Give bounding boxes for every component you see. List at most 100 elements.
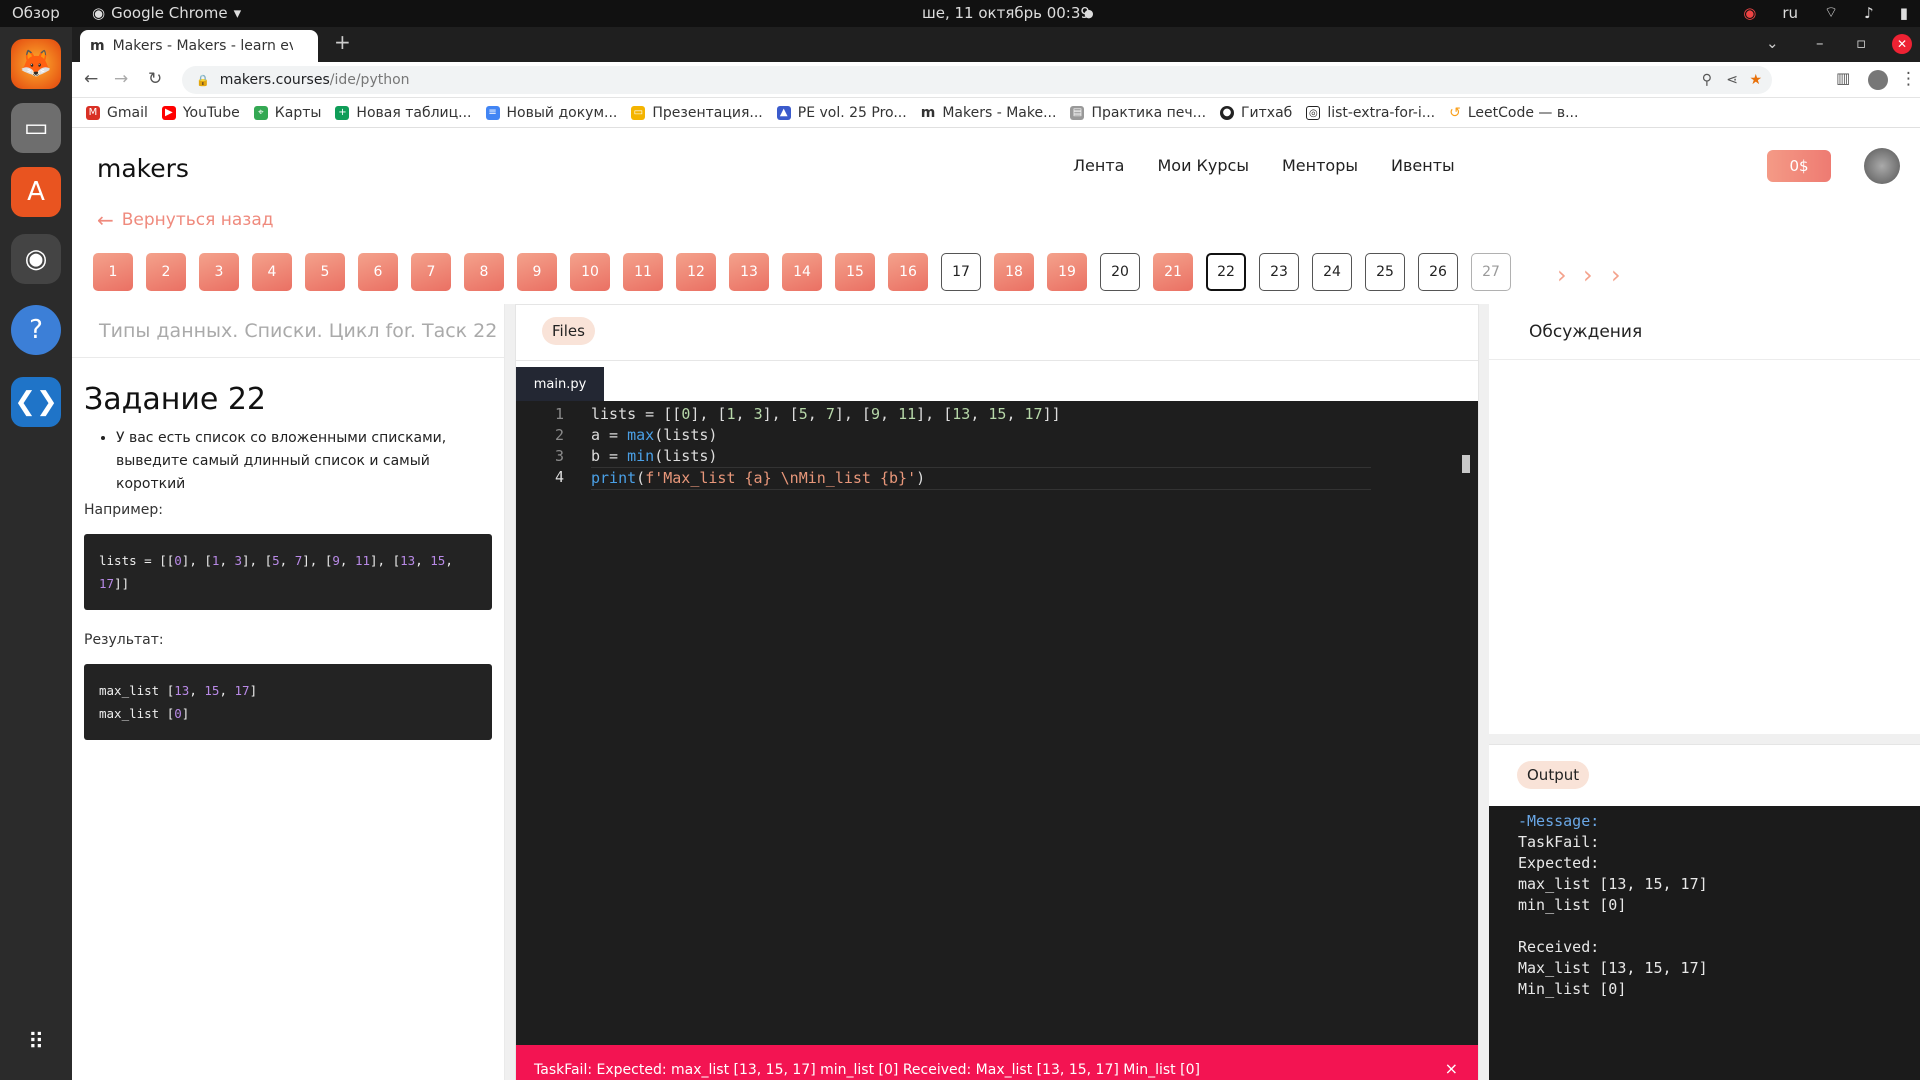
- sidepanel-icon[interactable]: ▥: [1836, 69, 1850, 87]
- menu-icon[interactable]: ⋮: [1900, 69, 1917, 89]
- step-4[interactable]: 4: [252, 253, 292, 291]
- balance-button[interactable]: 0$: [1767, 150, 1831, 182]
- docs-icon: ≡: [485, 105, 500, 120]
- language-indicator[interactable]: ru: [1782, 4, 1798, 22]
- bookmark-pe[interactable]: ▲ PE vol. 25 Pro...: [776, 105, 907, 121]
- maximize-icon[interactable]: ▫: [1856, 34, 1866, 52]
- bookmark-list-extra[interactable]: ◎ list-extra-for-i...: [1306, 105, 1435, 121]
- bookmark-leetcode[interactable]: ↺ LeetCode — в...: [1449, 105, 1578, 121]
- step-10[interactable]: 10: [570, 253, 610, 291]
- step-6[interactable]: 6: [358, 253, 398, 291]
- chevron-right-icon[interactable]: ›: [1557, 261, 1567, 289]
- close-icon[interactable]: ×: [1445, 1059, 1458, 1078]
- files-icon[interactable]: ▭: [11, 103, 61, 153]
- step-5[interactable]: 5: [305, 253, 345, 291]
- step-16[interactable]: 16: [888, 253, 928, 291]
- browser-tab[interactable]: m Makers - Makers - learn ev: [80, 30, 318, 62]
- step-2[interactable]: 2: [146, 253, 186, 291]
- bookmark-makers[interactable]: m Makers - Make...: [921, 105, 1057, 121]
- vscode-icon[interactable]: ❮❯: [11, 377, 61, 427]
- clock[interactable]: ше, 11 октябрь 00:39: [922, 4, 1090, 22]
- back-icon[interactable]: ←: [84, 69, 98, 89]
- tab-search-icon[interactable]: ⌄: [1766, 34, 1779, 52]
- output-splitter[interactable]: [1489, 734, 1920, 744]
- bookmark-docs[interactable]: ≡ Новый докум...: [485, 105, 617, 121]
- help-icon[interactable]: ?: [11, 305, 61, 355]
- chevron-right-icon[interactable]: ›: [1611, 261, 1621, 289]
- step-22[interactable]: 22: [1206, 253, 1246, 291]
- bookmark-practice[interactable]: ▤ Практика печ...: [1070, 105, 1206, 121]
- files-tab[interactable]: Files: [542, 317, 595, 345]
- battery-icon[interactable]: ▮: [1900, 4, 1908, 22]
- step-21[interactable]: 21: [1153, 253, 1193, 291]
- apps-grid-icon[interactable]: ⠿: [11, 1017, 61, 1067]
- editor-file-tab[interactable]: main.py: [516, 367, 604, 401]
- github-icon: ●: [1220, 105, 1235, 120]
- nav-events[interactable]: Ивенты: [1391, 156, 1455, 175]
- step-8[interactable]: 8: [464, 253, 504, 291]
- step-12[interactable]: 12: [676, 253, 716, 291]
- app-menu[interactable]: ◉ Google Chrome ▾: [92, 4, 241, 22]
- youtube-icon: ▶: [161, 105, 176, 120]
- nav-my-courses[interactable]: Мои Курсы: [1157, 156, 1249, 175]
- left-splitter[interactable]: [505, 304, 515, 1080]
- wifi-icon[interactable]: ⌔: [1824, 3, 1838, 22]
- step-25[interactable]: 25: [1365, 253, 1405, 291]
- code-editor[interactable]: 1 2 3 4 lists = [[0], [1, 3], [5, 7], [9…: [516, 401, 1478, 1080]
- forward-icon[interactable]: →: [114, 69, 128, 89]
- profile-avatar[interactable]: [1868, 70, 1888, 90]
- share-icon[interactable]: ⋖: [1726, 72, 1738, 88]
- files-header: Files: [516, 305, 1478, 361]
- back-link[interactable]: ← Вернуться назад: [97, 208, 274, 232]
- user-avatar[interactable]: [1864, 148, 1900, 184]
- nav-feed[interactable]: Лента: [1073, 156, 1124, 175]
- bookmark-label: YouTube: [182, 104, 240, 121]
- step-19[interactable]: 19: [1047, 253, 1087, 291]
- maps-icon: ⌖: [253, 105, 268, 120]
- nav-mentors[interactable]: Менторы: [1282, 156, 1358, 175]
- step-7[interactable]: 7: [411, 253, 451, 291]
- step-15[interactable]: 15: [835, 253, 875, 291]
- bookmark-sheets[interactable]: + Новая таблиц...: [335, 105, 472, 121]
- step-27[interactable]: 27: [1471, 253, 1511, 291]
- record-icon[interactable]: ◉: [1743, 4, 1756, 22]
- step-14[interactable]: 14: [782, 253, 822, 291]
- minimize-icon[interactable]: –: [1816, 34, 1824, 52]
- step-13[interactable]: 13: [729, 253, 769, 291]
- close-window-icon[interactable]: ✕: [1892, 34, 1912, 54]
- zoom-icon[interactable]: ⚲: [1702, 72, 1712, 88]
- discussions-header[interactable]: Обсуждения: [1489, 304, 1920, 360]
- software-center-icon[interactable]: A: [11, 167, 61, 217]
- right-splitter[interactable]: [1479, 304, 1489, 1080]
- bookmark-maps[interactable]: ⌖ Карты: [253, 105, 321, 121]
- chevron-right-icon[interactable]: ›: [1583, 261, 1593, 289]
- bookmark-slides[interactable]: ▭ Презентация...: [631, 105, 763, 121]
- step-3[interactable]: 3: [199, 253, 239, 291]
- editor-scrollbar[interactable]: [1462, 455, 1470, 473]
- url-field[interactable]: 🔒 makers.courses/ide/python ⚲ ⋖ ★: [182, 66, 1772, 94]
- activities-button[interactable]: Обзор: [12, 4, 60, 22]
- line-number: 2: [554, 426, 564, 444]
- bookmark-star-icon[interactable]: ★: [1749, 72, 1762, 88]
- step-23[interactable]: 23: [1259, 253, 1299, 291]
- bookmark-youtube[interactable]: ▶ YouTube: [161, 104, 240, 121]
- step-17[interactable]: 17: [941, 253, 981, 291]
- step-11[interactable]: 11: [623, 253, 663, 291]
- volume-icon[interactable]: ♪: [1864, 4, 1874, 22]
- output-tab[interactable]: Output: [1517, 761, 1590, 789]
- firefox-icon[interactable]: 🦊: [11, 39, 61, 89]
- bookmark-gmail[interactable]: M Gmail: [86, 105, 148, 121]
- example-code-block: lists = [[0], [1, 3], [5, 7], [9, 11], […: [84, 534, 492, 610]
- step-18[interactable]: 18: [994, 253, 1034, 291]
- step-24[interactable]: 24: [1312, 253, 1352, 291]
- bookmark-github[interactable]: ● Гитхаб: [1220, 105, 1292, 121]
- chrome-icon[interactable]: ◉: [11, 234, 61, 284]
- step-9[interactable]: 9: [517, 253, 557, 291]
- step-26[interactable]: 26: [1418, 253, 1458, 291]
- site-logo[interactable]: makers: [97, 154, 189, 183]
- main-nav: Лента Мои Курсы Менторы Ивенты: [1073, 156, 1455, 175]
- new-tab-icon[interactable]: +: [334, 30, 351, 54]
- step-1[interactable]: 1: [93, 253, 133, 291]
- reload-icon[interactable]: ↻: [148, 69, 162, 89]
- step-20[interactable]: 20: [1100, 253, 1140, 291]
